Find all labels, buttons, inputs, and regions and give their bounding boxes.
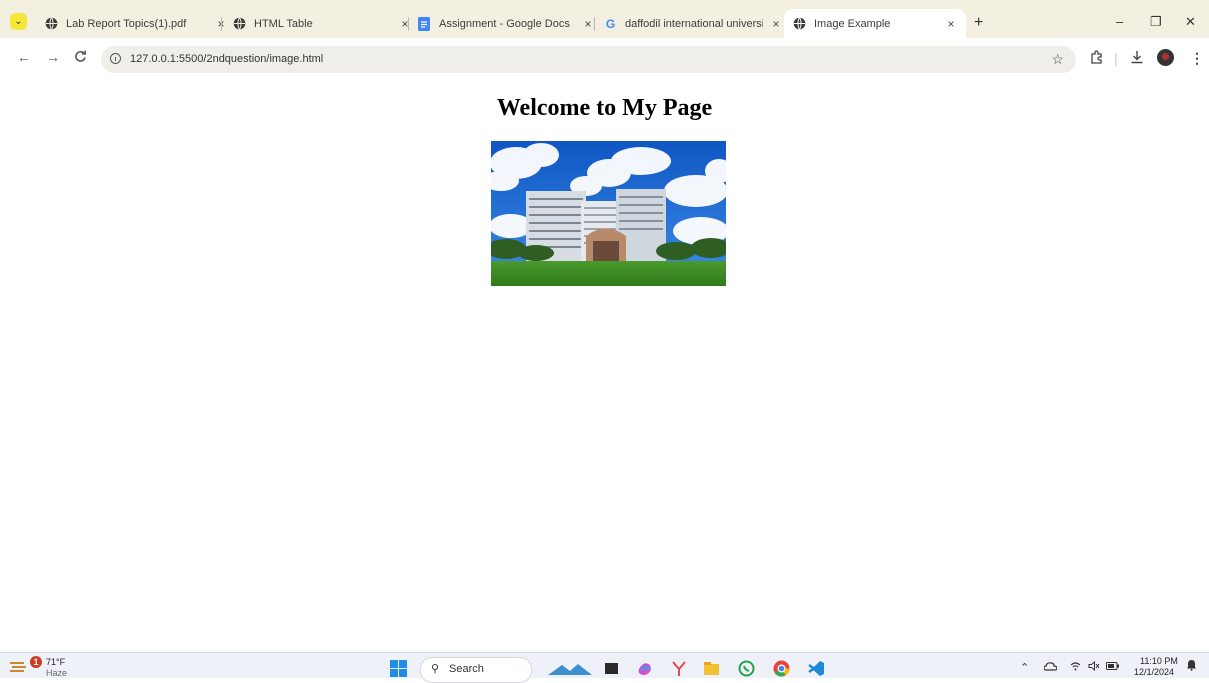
tab-search-button[interactable]: ⌄ [10,13,27,30]
window-close-icon[interactable]: ✕ [1185,14,1196,30]
tab-image-example[interactable]: Image Example × [784,9,966,38]
close-icon[interactable]: × [944,17,958,31]
tab-title: daffodil international university [625,17,763,30]
svg-text:G: G [605,17,614,30]
close-icon[interactable]: × [398,17,412,31]
tab-daffodil-search[interactable]: G daffodil international university × [599,9,783,38]
bookmark-star-icon[interactable]: ☆ [1051,51,1064,67]
close-icon[interactable]: × [769,17,783,31]
haze-icon [10,662,26,672]
campus-image [491,141,726,286]
download-icon[interactable] [1130,50,1144,67]
globe-icon [232,17,246,31]
whatsapp-icon[interactable] [738,660,755,677]
toolbar-divider: | [1114,50,1118,66]
reload-icon[interactable] [74,50,87,65]
widgets-landscape-icon[interactable] [548,660,592,677]
snipping-tool-icon[interactable] [670,660,687,677]
vscode-icon[interactable] [808,660,825,677]
forward-arrow-icon[interactable]: → [46,50,60,64]
google-docs-icon [417,16,431,31]
address-bar[interactable]: 127.0.0.1:5500/2ndquestion/image.html ☆ [101,46,1076,73]
tab-title: Assignment - Google Docs [439,17,570,30]
google-icon: G [603,17,617,31]
restore-icon[interactable]: ❐ [1150,14,1162,30]
close-icon[interactable]: × [581,17,595,31]
battery-icon[interactable] [1106,661,1119,673]
notification-badge: 1 [30,656,42,668]
tab-strip: ⌄ Lab Report Topics(1).pdf × HTML Table … [0,0,1209,38]
search-icon: ⚲ [431,663,440,675]
tab-lab-report[interactable]: Lab Report Topics(1).pdf × [36,9,228,38]
weather-temperature: 71°F [46,657,66,667]
globe-icon [44,17,58,31]
tab-divider [594,17,595,31]
more-menu-icon[interactable]: ⋮ [1190,50,1204,66]
taskbar: 1 71°F Haze ⚲ Search ⌃ 11:10 PM 12/1/202… [0,652,1209,683]
page-heading: Welcome to My Page [496,95,713,121]
tab-divider [221,17,222,31]
notification-bell-icon[interactable] [1186,659,1197,674]
tab-title: Lab Report Topics(1).pdf [66,17,187,30]
tab-html-table[interactable]: HTML Table × [226,9,412,38]
extensions-icon[interactable] [1090,50,1104,67]
wifi-icon[interactable] [1070,661,1081,674]
task-view-icon[interactable] [603,660,620,677]
file-explorer-icon[interactable] [703,660,720,677]
address-url[interactable]: 127.0.0.1:5500/2ndquestion/image.html [130,46,323,73]
tab-google-docs[interactable]: Assignment - Google Docs × [413,9,595,38]
tab-title: HTML Table [254,17,313,30]
tab-title: Image Example [814,17,891,30]
volume-muted-icon[interactable] [1088,660,1100,674]
tab-divider [408,17,409,31]
copilot-icon[interactable] [636,660,653,677]
minimize-icon[interactable]: – [1116,14,1123,29]
taskbar-search[interactable]: ⚲ Search [420,657,532,683]
profile-avatar[interactable] [1157,49,1174,66]
onedrive-icon[interactable] [1043,661,1058,675]
site-info-icon[interactable] [110,53,121,64]
chevron-down-icon: ⌄ [14,16,23,27]
new-tab-button[interactable]: + [974,15,983,31]
chrome-icon[interactable] [773,660,790,677]
globe-icon [792,17,806,31]
clock-date[interactable]: 12/1/2024 [1134,667,1174,677]
search-label: Search [449,663,484,675]
browser-toolbar: ← → 127.0.0.1:5500/2ndquestion/image.htm… [0,38,1209,79]
back-arrow-icon[interactable]: ← [17,50,31,64]
chevron-up-icon[interactable]: ⌃ [1020,661,1029,674]
windows-start-icon[interactable] [390,660,407,677]
clock-time[interactable]: 11:10 PM [1140,656,1178,666]
